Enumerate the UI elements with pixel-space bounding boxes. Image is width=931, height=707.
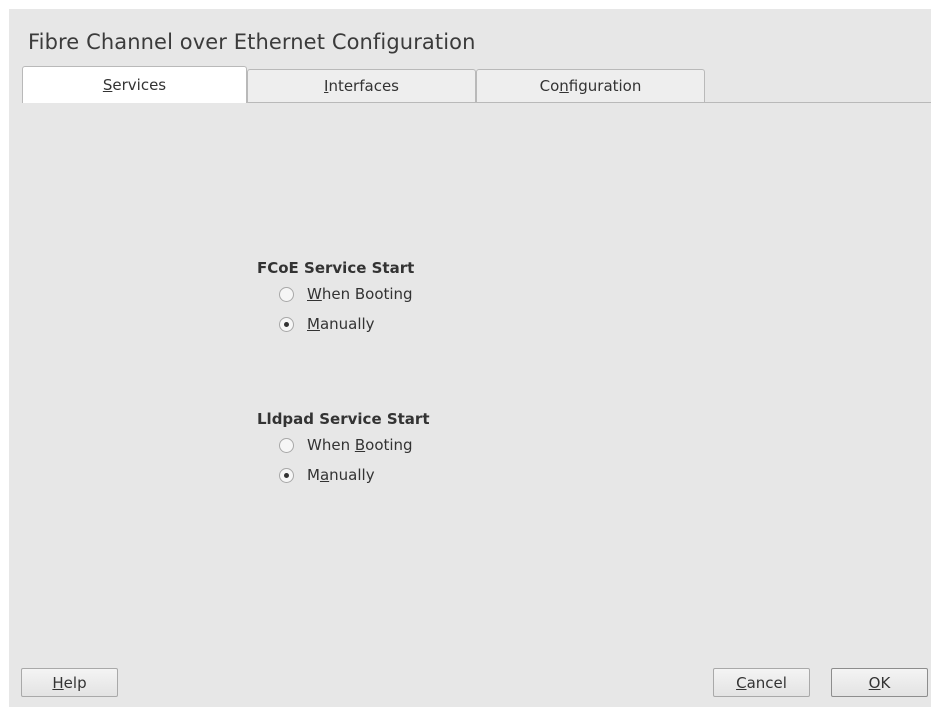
ok-button[interactable]: OK <box>831 668 928 697</box>
cancel-button[interactable]: Cancel <box>713 668 810 697</box>
lldpad-service-start-group: Lldpad Service Start When Booting Manual… <box>257 408 430 490</box>
tab-configuration-label: Configuration <box>539 77 642 95</box>
help-button[interactable]: Help <box>21 668 118 697</box>
lldpad-service-start-heading: Lldpad Service Start <box>257 410 430 428</box>
tab-interfaces[interactable]: Interfaces <box>247 69 476 102</box>
fcoe-when-booting-radio[interactable] <box>279 286 294 302</box>
fcoe-configuration-window <box>9 9 931 707</box>
lldpad-when-booting-label: When Booting <box>307 436 413 454</box>
window-title: Fibre Channel over Ethernet Configuratio… <box>28 30 476 54</box>
radio-selected-dot <box>284 472 289 478</box>
lldpad-manually-option[interactable]: Manually <box>279 460 430 490</box>
lldpad-when-booting-option[interactable]: When Booting <box>279 430 430 460</box>
lldpad-when-booting-radio[interactable] <box>279 437 294 453</box>
fcoe-service-start-group: FCoE Service Start When Booting Manually <box>257 257 414 339</box>
fcoe-when-booting-option[interactable]: When Booting <box>279 279 414 309</box>
fcoe-service-start-heading: FCoE Service Start <box>257 259 415 277</box>
fcoe-manually-radio[interactable] <box>279 316 294 332</box>
fcoe-manually-option[interactable]: Manually <box>279 309 414 339</box>
tab-services-label: Services <box>102 76 167 94</box>
fcoe-manually-label: Manually <box>307 315 375 333</box>
cancel-button-label: Cancel <box>736 673 787 692</box>
help-button-label: Help <box>52 673 87 692</box>
radio-selected-dot <box>284 321 289 327</box>
tab-services[interactable]: Services <box>22 66 247 103</box>
ok-button-label: OK <box>868 673 891 692</box>
fcoe-when-booting-label: When Booting <box>307 285 413 303</box>
lldpad-manually-label: Manually <box>307 466 375 484</box>
tab-configuration[interactable]: Configuration <box>476 69 705 102</box>
lldpad-manually-radio[interactable] <box>279 467 294 483</box>
tab-interfaces-label: Interfaces <box>324 77 399 95</box>
